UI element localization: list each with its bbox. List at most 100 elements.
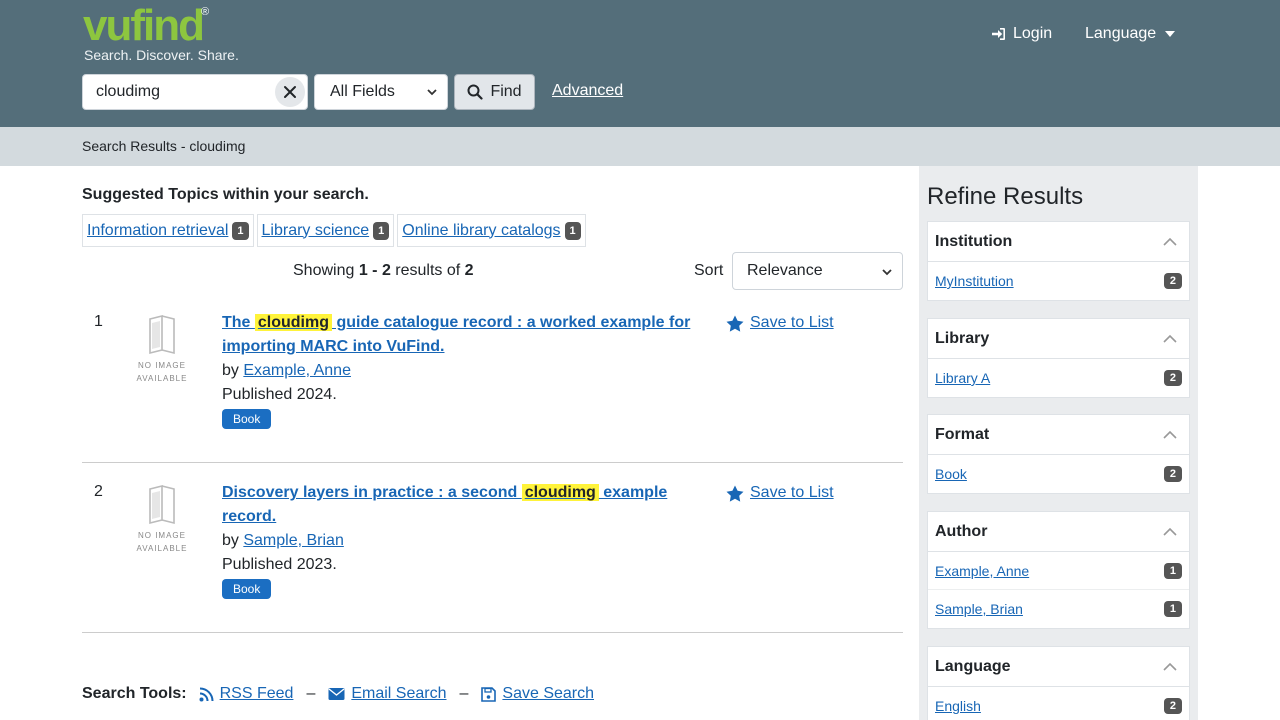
email-search-link[interactable]: Email Search: [328, 685, 447, 703]
logo-wordmark: vufind: [83, 1, 205, 50]
facet-count-badge: 1: [1163, 601, 1182, 617]
chevron-up-icon: [1163, 237, 1177, 246]
find-label: Find: [490, 83, 522, 100]
summary-total: 2: [464, 262, 474, 279]
select-chevron-icon: [427, 89, 437, 96]
topic-library-science: Library science 1: [256, 214, 395, 247]
facet-item-link[interactable]: Example, Anne: [935, 563, 1029, 579]
facet-count-badge: 1: [1163, 562, 1182, 579]
author-link[interactable]: Sample, Brian: [243, 532, 344, 549]
chevron-up-icon: [1163, 334, 1177, 343]
facet-item[interactable]: MyInstitution 2: [928, 262, 1189, 300]
no-image-book-icon: [149, 485, 175, 525]
summary-mid: results of: [390, 262, 465, 279]
sort-select[interactable]: Relevance: [732, 252, 903, 290]
topic-information-retrieval: Information retrieval 1: [82, 214, 254, 247]
topic-link[interactable]: Online library catalogs: [402, 222, 560, 240]
rss-feed-link[interactable]: RSS Feed: [199, 685, 293, 703]
language-label: Language: [1085, 25, 1157, 42]
email-search-label: Email Search: [351, 685, 447, 702]
save-search-link[interactable]: Save Search: [481, 685, 594, 703]
no-image-text: NO IMAGE AVAILABLE: [136, 361, 188, 383]
facet-institution: Institution MyInstitution 2: [927, 221, 1190, 301]
find-button[interactable]: Find: [454, 74, 535, 110]
summary-range: 1 - 2: [358, 262, 391, 279]
cover-thumbnail[interactable]: NO IMAGE AVAILABLE: [132, 485, 192, 555]
save-disk-icon: [481, 686, 497, 702]
sort-value: Relevance: [747, 262, 823, 279]
language-menu[interactable]: Language: [1085, 22, 1176, 46]
save-to-list-button[interactable]: Save to List: [726, 481, 834, 505]
facet-header[interactable]: Library: [928, 319, 1189, 359]
save-to-list-label: Save to List: [750, 484, 834, 501]
by-label: by: [222, 362, 244, 379]
no-image-text: NO IMAGE AVAILABLE: [136, 531, 188, 553]
facet-title: Library: [935, 329, 990, 347]
facet-count-badge: 2: [1163, 466, 1182, 482]
facet-title: Language: [935, 657, 1011, 675]
caret-down-icon: [1165, 31, 1176, 37]
search-field-value: All Fields: [330, 83, 395, 100]
facet-item[interactable]: English 2: [928, 687, 1189, 720]
facet-header[interactable]: Institution: [928, 222, 1189, 262]
topic-count-badge: 1: [373, 221, 390, 240]
topic-link[interactable]: Library science: [262, 222, 370, 240]
save-to-list-button[interactable]: Save to List: [726, 311, 834, 335]
search-input[interactable]: cloudimg: [82, 74, 308, 110]
logo-tagline: Search. Discover. Share.: [84, 47, 239, 63]
facet-format: Format Book 2: [927, 414, 1190, 494]
star-icon: [726, 485, 744, 502]
result-published: Published 2024.: [222, 386, 337, 403]
facet-title: Format: [935, 425, 990, 443]
select-chevron-icon: [882, 269, 892, 276]
results-summary: Showing 1 - 2 results of 2: [293, 262, 474, 280]
title-text: Discovery layers in practice : a second: [222, 484, 522, 501]
facet-item-link[interactable]: Book: [935, 466, 967, 482]
facet-author: Author Example, Anne 1 Sample, Brian 1: [927, 511, 1190, 629]
search-icon: [467, 84, 484, 100]
result-title-link[interactable]: Discovery layers in practice : a second …: [222, 484, 667, 525]
breadcrumb: Search Results - cloudimg: [82, 138, 246, 154]
author-link[interactable]: Example, Anne: [243, 362, 351, 379]
facet-item[interactable]: Book 2: [928, 455, 1189, 493]
breadcrumb-bar: Search Results - cloudimg: [0, 127, 1280, 166]
facet-library: Library Library A 2: [927, 318, 1190, 398]
facet-item[interactable]: Example, Anne 1: [928, 552, 1189, 590]
result-number: 1: [94, 313, 103, 330]
result-author-line: by Example, Anne: [222, 360, 351, 382]
refine-results-sidebar: Refine Results Institution MyInstitution…: [919, 166, 1198, 720]
no-image-book-icon: [149, 315, 175, 355]
topic-online-library-catalogs: Online library catalogs 1: [397, 214, 586, 247]
result-title-link[interactable]: The cloudimg guide catalogue record : a …: [222, 314, 690, 355]
facet-header[interactable]: Author: [928, 512, 1189, 552]
facet-header[interactable]: Format: [928, 415, 1189, 455]
search-tools: Search Tools: RSS Feed – Email Search – …: [82, 685, 594, 703]
facet-header[interactable]: Language: [928, 647, 1189, 687]
facet-item[interactable]: Library A 2: [928, 359, 1189, 397]
topic-count-badge: 1: [232, 221, 249, 240]
vufind-logo[interactable]: vufind ® Search. Discover. Share.: [83, 4, 243, 64]
result-author-line: by Sample, Brian: [222, 530, 344, 552]
search-field-select[interactable]: All Fields: [314, 74, 448, 110]
close-icon: [284, 86, 296, 98]
facet-item-link[interactable]: Library A: [935, 370, 990, 386]
rss-icon: [199, 687, 214, 701]
login-link[interactable]: Login: [991, 22, 1052, 46]
search-query-text: cloudimg: [96, 83, 161, 100]
facet-item-link[interactable]: Sample, Brian: [935, 601, 1023, 617]
clear-search-button[interactable]: [275, 77, 305, 107]
save-to-list-label: Save to List: [750, 314, 834, 331]
title-text: The: [222, 314, 255, 331]
facet-item-link[interactable]: English: [935, 698, 981, 714]
suggested-topics-heading: Suggested Topics within your search.: [82, 186, 369, 203]
facet-title: Author: [935, 522, 988, 540]
facet-count-badge: 2: [1163, 370, 1182, 386]
format-badge: Book: [222, 409, 272, 429]
advanced-search-link[interactable]: Advanced: [552, 82, 623, 100]
facet-item[interactable]: Sample, Brian 1: [928, 590, 1189, 628]
facet-item-link[interactable]: MyInstitution: [935, 273, 1014, 289]
search-tools-label: Search Tools:: [82, 685, 187, 702]
topic-link[interactable]: Information retrieval: [87, 222, 228, 240]
cover-thumbnail[interactable]: NO IMAGE AVAILABLE: [132, 315, 192, 385]
search-term-highlight: cloudimg: [254, 314, 332, 331]
